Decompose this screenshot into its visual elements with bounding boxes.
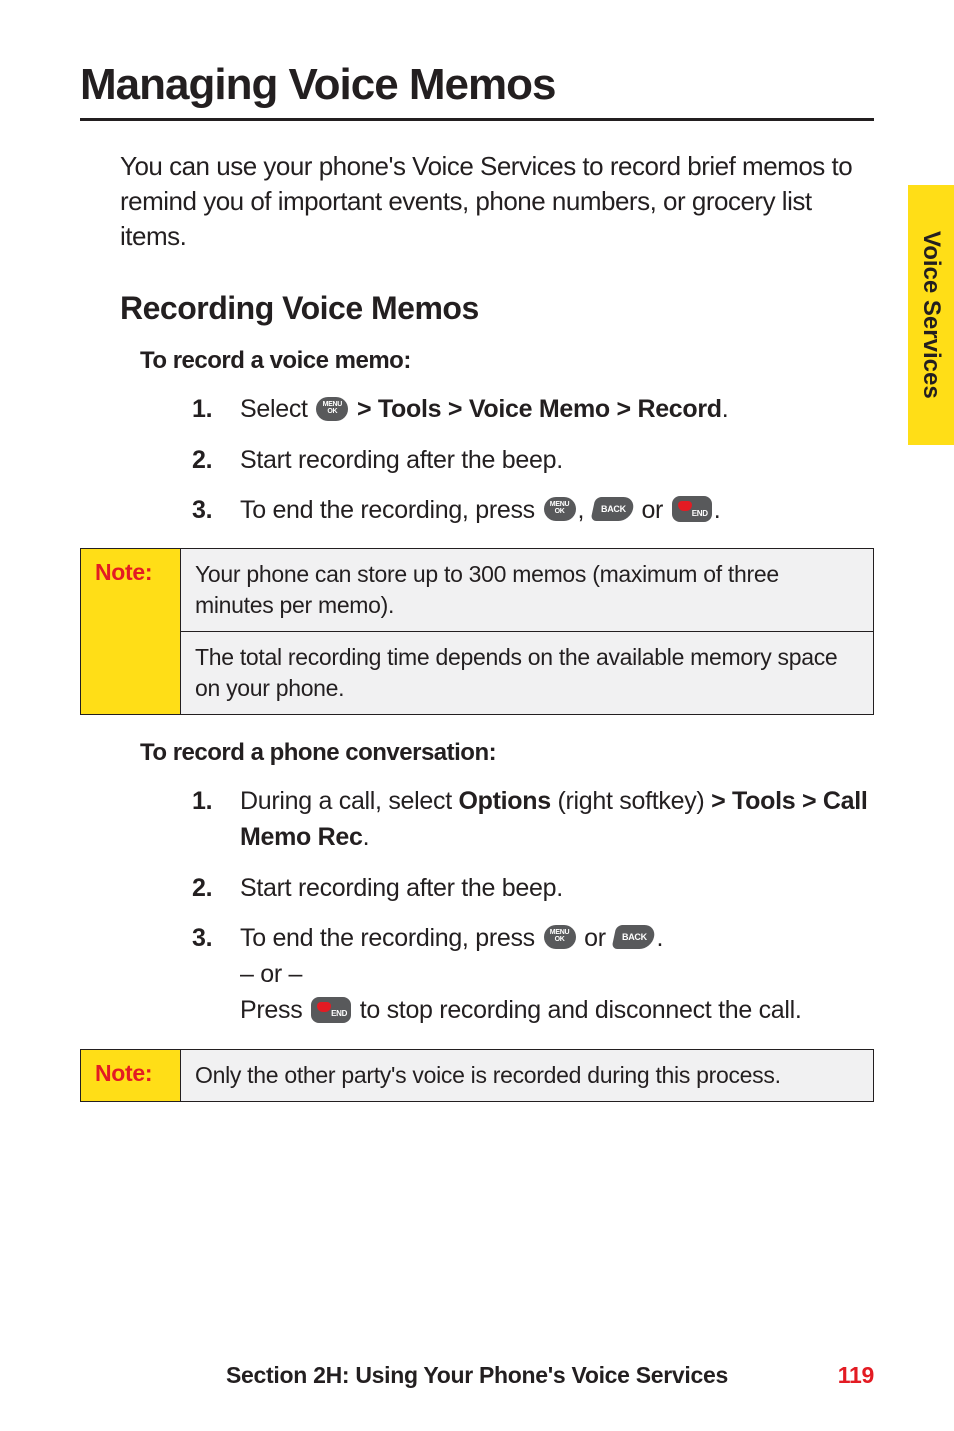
- step-text: During a call, select: [240, 787, 459, 815]
- press-line: Press to stop recording and disconnect t…: [240, 992, 874, 1028]
- section2-step-1: 1. During a call, select Options (right …: [192, 783, 874, 856]
- step-number: 3.: [192, 492, 212, 528]
- note-body: Only the other party's voice is recorded…: [181, 1049, 874, 1101]
- intro-paragraph: You can use your phone's Voice Services …: [120, 149, 874, 254]
- menu-ok-icon: [316, 397, 348, 421]
- page-number: 119: [838, 1362, 874, 1389]
- period: .: [656, 924, 663, 952]
- side-tab: Voice Services: [908, 185, 954, 445]
- step-number: 3.: [192, 920, 212, 956]
- footer-text: Section 2H: Using Your Phone's Voice Ser…: [226, 1362, 728, 1388]
- section1-step-2: 2. Start recording after the beep.: [192, 442, 874, 478]
- section1-steps: 1. Select > Tools > Voice Memo > Record.…: [192, 391, 874, 528]
- mid-text: (right softkey): [551, 787, 711, 815]
- back-icon: BACK: [612, 925, 657, 949]
- step-path: > Tools > Voice Memo > Record: [350, 395, 721, 423]
- step-number: 1.: [192, 783, 212, 819]
- period: .: [363, 823, 370, 851]
- end-icon: [672, 496, 712, 522]
- step-text: To end the recording, press: [240, 924, 542, 952]
- step-text: To end the recording, press: [240, 496, 542, 524]
- section1-step-3: 3. To end the recording, press , BACK or…: [192, 492, 874, 528]
- step-number: 2.: [192, 442, 212, 478]
- back-icon: BACK: [590, 497, 635, 521]
- note-body-row1: Your phone can store up to 300 memos (ma…: [181, 549, 874, 632]
- note-body-row2: The total recording time depends on the …: [181, 632, 874, 715]
- note-label: Note:: [81, 549, 181, 715]
- side-tab-label: Voice Services: [917, 231, 945, 399]
- step-number: 2.: [192, 870, 212, 906]
- step-text: Start recording after the beep.: [240, 446, 563, 474]
- end-icon: [311, 997, 351, 1023]
- page-title: Managing Voice Memos: [80, 60, 874, 110]
- section2-steps: 1. During a call, select Options (right …: [192, 783, 874, 1029]
- menu-ok-icon: [544, 497, 576, 521]
- step-text: Start recording after the beep.: [240, 874, 563, 902]
- section2-step-2: 2. Start recording after the beep.: [192, 870, 874, 906]
- heading-rule: [80, 118, 874, 121]
- section2-title: To record a phone conversation:: [140, 739, 874, 767]
- note-box-2: Note: Only the other party's voice is re…: [80, 1049, 874, 1102]
- or-text: or: [578, 924, 613, 952]
- section1-title: To record a voice memo:: [140, 347, 874, 375]
- menu-ok-icon: [544, 925, 576, 949]
- or-text: or: [635, 496, 670, 524]
- step-number: 1.: [192, 391, 212, 427]
- note-box-1: Note: Your phone can store up to 300 mem…: [80, 548, 874, 715]
- sub-heading: Recording Voice Memos: [120, 290, 874, 327]
- press-suffix: to stop recording and disconnect the cal…: [353, 996, 802, 1024]
- section2-step-3: 3. To end the recording, press or BACK. …: [192, 920, 874, 1029]
- options-label: Options: [459, 787, 551, 815]
- press-prefix: Press: [240, 996, 309, 1024]
- period: .: [722, 395, 729, 423]
- page-footer: Section 2H: Using Your Phone's Voice Ser…: [0, 1362, 954, 1389]
- period: .: [714, 496, 721, 524]
- or-line: – or –: [240, 956, 874, 992]
- page-content: Managing Voice Memos You can use your ph…: [0, 0, 954, 1102]
- note-label: Note:: [81, 1049, 181, 1101]
- comma: ,: [578, 496, 591, 524]
- section1-step-1: 1. Select > Tools > Voice Memo > Record.: [192, 391, 874, 427]
- step-text: Select: [240, 395, 314, 423]
